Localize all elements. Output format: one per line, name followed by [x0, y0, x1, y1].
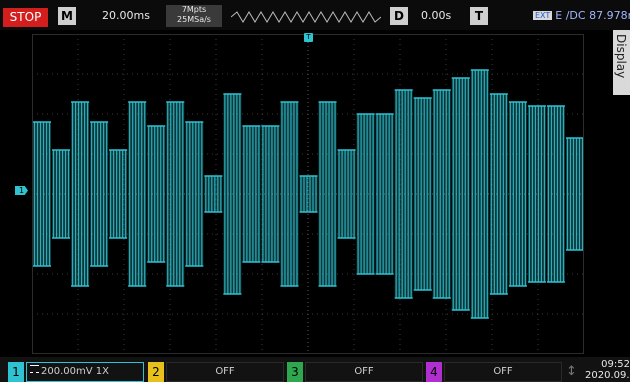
display-menu-tab[interactable]: Display — [613, 30, 630, 95]
trigger-level: E /DC 87.978mV — [555, 9, 630, 22]
trigger-source-badge: EXT — [533, 11, 553, 20]
horizontal-menu-button[interactable]: M — [58, 7, 76, 25]
trigger-position-marker[interactable]: T — [304, 33, 313, 42]
channel3-status[interactable]: OFF — [305, 362, 423, 382]
memory-depth: 7Mpts — [181, 5, 207, 14]
sample-rate: 25MSa/s — [177, 15, 211, 24]
timebase-value[interactable]: 20.00ms — [102, 9, 150, 22]
clock: 09:52 2020.09.0 — [585, 359, 630, 381]
channel4-status[interactable]: OFF — [444, 362, 562, 382]
channel4-button[interactable]: 4 — [426, 362, 442, 382]
trigger-info[interactable]: EXTE /DC 87.978mV — [533, 9, 630, 22]
clock-date: 2020.09.0 — [585, 370, 630, 381]
top-status-bar: STOP M 20.00ms 7Mpts 25MSa/s D 0.00s T E… — [0, 0, 630, 30]
waveform-area[interactable] — [32, 34, 584, 354]
channel2-status[interactable]: OFF — [166, 362, 284, 382]
run-stop-button[interactable]: STOP — [3, 8, 48, 27]
channel1-scale[interactable]: 200.00mV 1X — [26, 362, 144, 382]
channel3-button[interactable]: 3 — [287, 362, 303, 382]
channel1-button[interactable]: 1 — [8, 362, 24, 382]
channel-bar: 1 200.00mV 1X 2 OFF 3 OFF 4 OFF ↕ 09:52 … — [0, 357, 630, 382]
display-tab-label: Display — [614, 34, 628, 79]
channel1-offset-marker[interactable]: 1 — [15, 186, 28, 195]
delay-value[interactable]: 0.00s — [421, 9, 451, 22]
trigger-menu-button[interactable]: T — [470, 7, 488, 25]
delay-button[interactable]: D — [390, 7, 408, 25]
dc-coupling-icon — [30, 365, 39, 373]
channel1-scale-label: 200.00mV 1X — [41, 366, 109, 377]
usb-icon: ↕ — [566, 364, 577, 379]
clock-time: 09:52 — [601, 359, 630, 370]
acquisition-info: 7Mpts 25MSa/s — [166, 5, 222, 27]
channel2-button[interactable]: 2 — [148, 362, 164, 382]
trigger-position-strip — [231, 11, 381, 23]
